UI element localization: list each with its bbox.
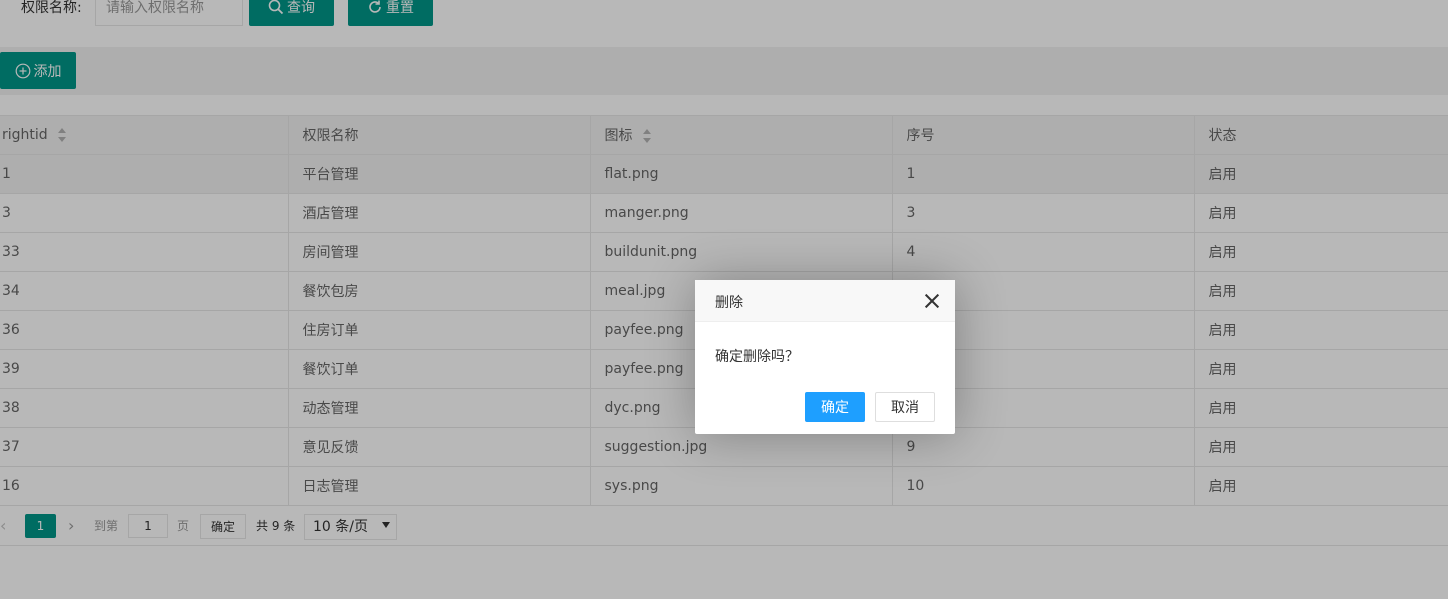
- dialog-cancel-button[interactable]: 取消: [875, 392, 935, 422]
- permission-management-page: 权限名称: 查询 重置 添加 rightid 权限名称 图标 序号 状态 1平台…: [0, 0, 1448, 599]
- delete-confirm-dialog: 删除 确定删除吗？ 确定 取消: [695, 280, 955, 434]
- dialog-ok-button[interactable]: 确定: [805, 392, 865, 422]
- dialog-header: 删除: [695, 280, 955, 322]
- dialog-message: 确定删除吗？: [715, 349, 799, 365]
- dialog-title: 删除: [715, 295, 743, 311]
- close-icon[interactable]: [925, 294, 939, 308]
